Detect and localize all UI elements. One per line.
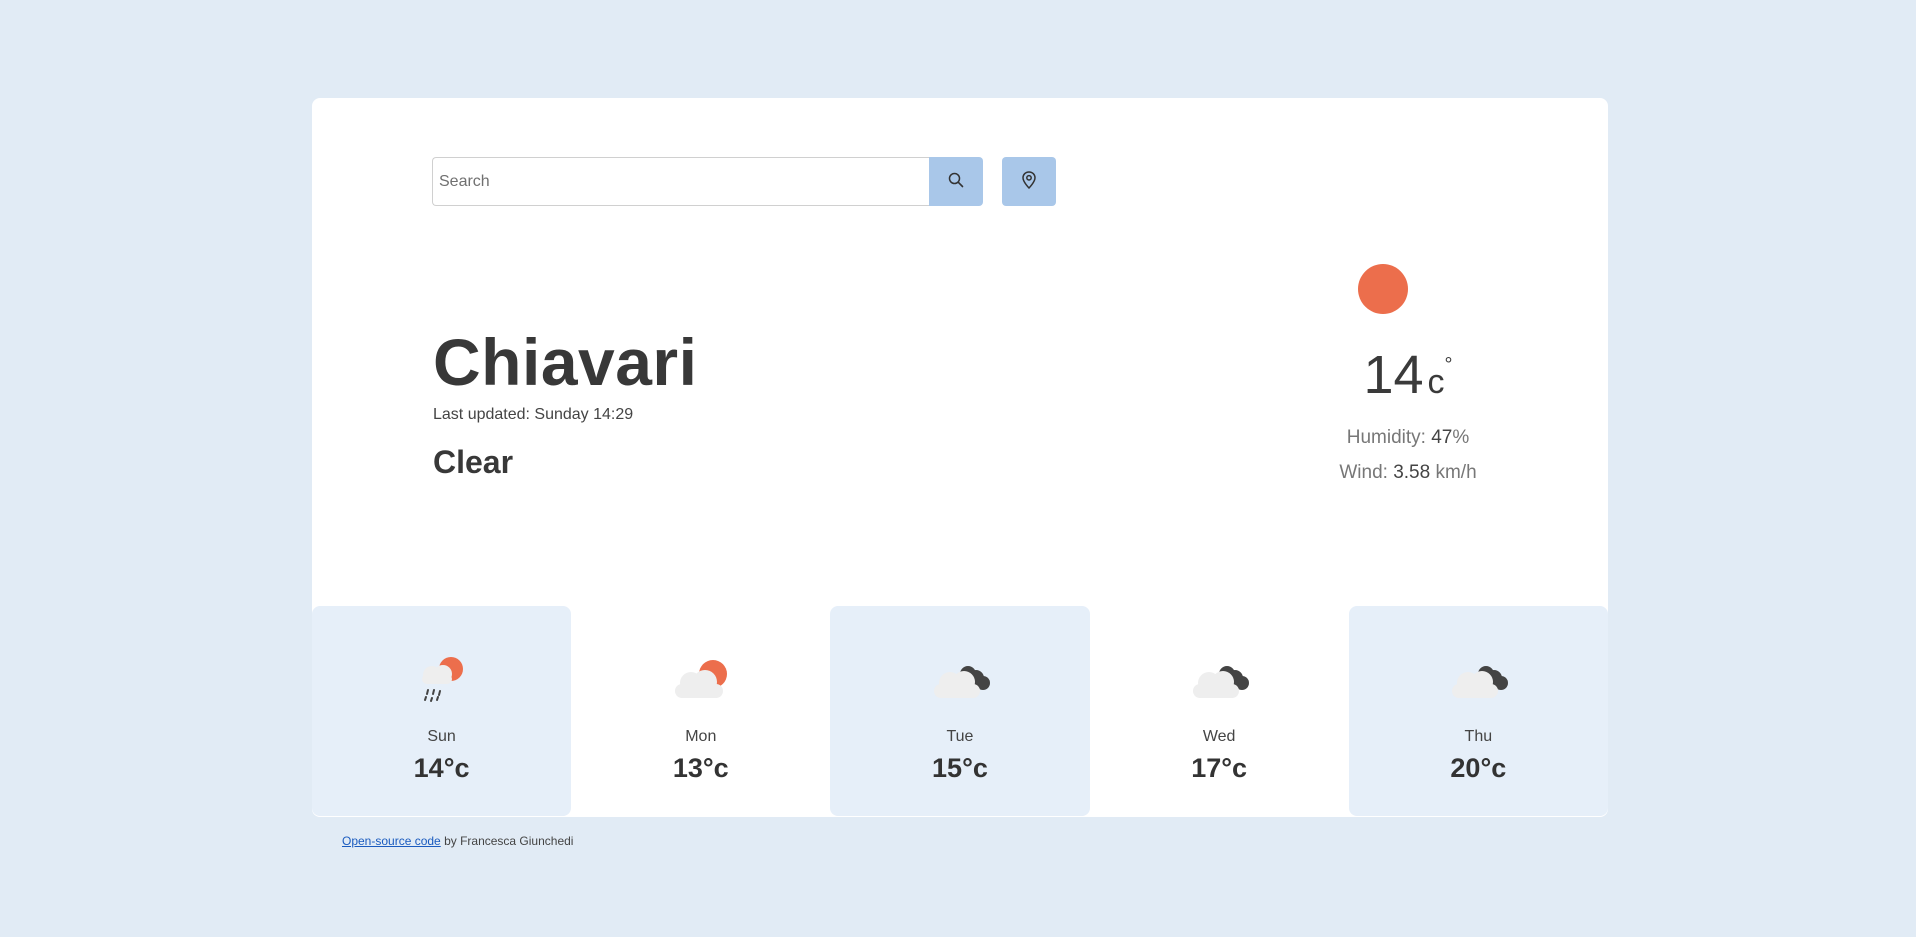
forecast-day: Tue 15°c xyxy=(830,606,1090,816)
forecast-row: Sun 14°c Mon 13°c Tue 15°c Wed 17°c Thu … xyxy=(312,606,1608,816)
search-form xyxy=(432,157,983,206)
forecast-day-name: Sun xyxy=(427,728,456,745)
current-location-button[interactable] xyxy=(1002,157,1056,206)
source-code-link[interactable]: Open-source code xyxy=(342,834,441,848)
cloud-dark-icon xyxy=(1179,650,1259,710)
search-input[interactable] xyxy=(432,157,929,206)
wind-value: 3.58 xyxy=(1393,462,1431,483)
forecast-day: Mon 13°c xyxy=(571,606,830,816)
current-temperature: 14 c° xyxy=(1344,344,1472,406)
wind-row: Wind: 3.58 km/h xyxy=(1302,455,1514,490)
weather-stats: Humidity: 47% Wind: 3.58 km/h xyxy=(1302,420,1514,490)
rain-sun-icon xyxy=(402,650,482,710)
forecast-day: Sun 14°c xyxy=(312,606,572,816)
forecast-day-name: Mon xyxy=(685,728,717,745)
forecast-day-name: Wed xyxy=(1202,728,1236,745)
sun-icon xyxy=(1358,264,1408,314)
footer: Open-source code by Francesca Giunchedi xyxy=(342,834,573,848)
temperature-value: 14 xyxy=(1363,345,1424,405)
cloud-sun-icon xyxy=(661,650,741,710)
wind-unit: km/h xyxy=(1435,462,1477,483)
wind-label: Wind: xyxy=(1339,462,1388,483)
forecast-day-name: Thu xyxy=(1464,728,1493,745)
last-updated: Last updated: Sunday 14:29 xyxy=(433,406,634,423)
author-credit: by Francesca Giunchedi xyxy=(440,834,574,848)
weather-card: Chiavari Last updated: Sunday 14:29 Clea… xyxy=(312,98,1608,817)
cloud-dark-icon xyxy=(920,650,1000,710)
forecast-temp: 17°c xyxy=(1191,753,1248,783)
location-pin-icon xyxy=(1021,171,1037,192)
temperature-unit[interactable]: c xyxy=(1428,363,1445,401)
forecast-temp: 15°c xyxy=(932,753,988,783)
cloud-dark-icon xyxy=(1438,650,1518,710)
search-icon xyxy=(948,172,964,191)
search-button[interactable] xyxy=(929,157,983,206)
humidity-row: Humidity: 47% xyxy=(1302,420,1514,455)
forecast-temp: 14°c xyxy=(413,753,470,783)
degree-symbol: ° xyxy=(1444,354,1453,376)
humidity-value: 47 xyxy=(1431,427,1453,448)
forecast-day-name: Tue xyxy=(946,728,974,745)
forecast-temp: 13°c xyxy=(672,753,729,783)
weather-condition: Clear xyxy=(433,444,514,480)
city-name: Chiavari xyxy=(433,325,698,399)
humidity-unit: % xyxy=(1452,427,1470,448)
forecast-day: Thu 20°c xyxy=(1348,606,1608,816)
forecast-temp: 20°c xyxy=(1450,753,1507,783)
humidity-label: Humidity: xyxy=(1346,427,1426,448)
forecast-day: Wed 17°c xyxy=(1090,606,1349,816)
